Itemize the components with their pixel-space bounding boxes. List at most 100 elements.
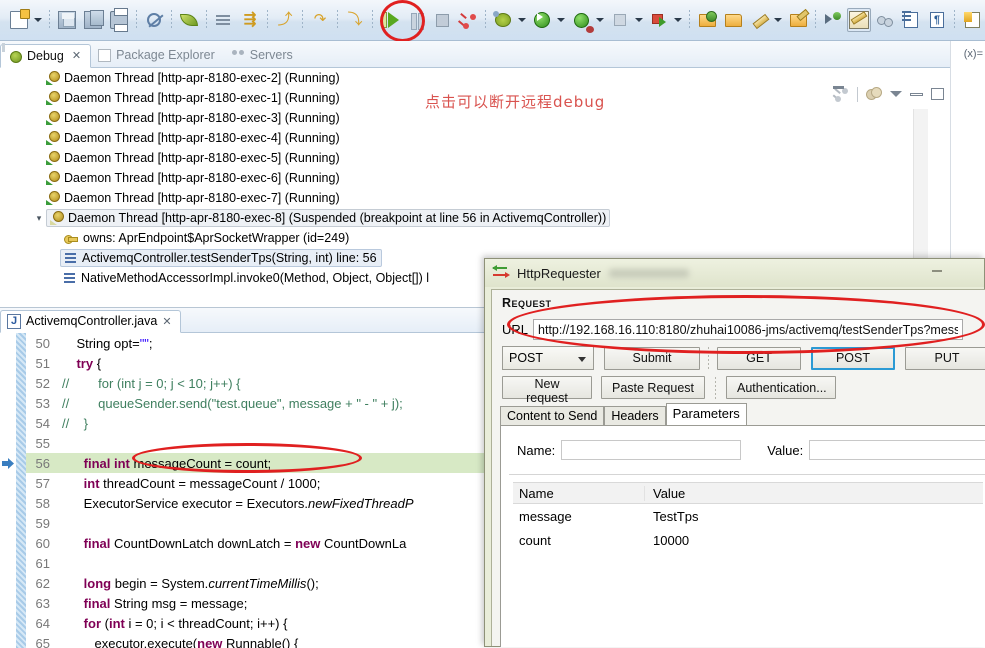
tab-content-to-send[interactable]: Content to Send bbox=[500, 406, 604, 426]
suspended-thread-row[interactable]: Daemon Thread [http-apr-8180-exec-8] (Su… bbox=[46, 209, 610, 227]
leaf-button[interactable] bbox=[177, 8, 201, 32]
parameter-value-input[interactable] bbox=[809, 440, 985, 460]
debug-dropdown[interactable] bbox=[516, 9, 527, 31]
selected-stack-frame[interactable]: ActivemqController.testSenderTps(String,… bbox=[60, 249, 382, 267]
parameters-table[interactable]: Name Value message TestTps count 10000 bbox=[513, 482, 983, 552]
code-line[interactable]: 51 try { bbox=[26, 353, 101, 373]
tree-item-thread[interactable]: Daemon Thread [http-apr-8180-exec-5] (Ru… bbox=[0, 148, 928, 168]
coverage-button[interactable] bbox=[569, 8, 593, 32]
table-row[interactable]: message TestTps bbox=[513, 504, 983, 528]
code-line[interactable]: 60 final CountDownLatch downLatch = new … bbox=[26, 533, 406, 553]
tab-parameters[interactable]: Parameters bbox=[666, 403, 747, 426]
code-line[interactable]: 62 long begin = System.currentTimeMillis… bbox=[26, 573, 319, 593]
no-circle-icon bbox=[147, 13, 161, 27]
code-line[interactable]: 56 final int messageCount = count; bbox=[26, 453, 271, 473]
toolbar-separator bbox=[267, 10, 268, 30]
pilcrow-button[interactable]: ¶ bbox=[925, 8, 949, 32]
tab-debug[interactable]: Debug ✕ bbox=[0, 44, 91, 68]
code-line[interactable]: 55 bbox=[26, 433, 62, 453]
suspend-button[interactable] bbox=[404, 8, 428, 32]
tab-headers[interactable]: Headers bbox=[604, 406, 665, 426]
code-line[interactable]: 50 String opt=""; bbox=[26, 333, 153, 353]
new-java-class-button[interactable] bbox=[747, 8, 771, 32]
code-line[interactable]: 63 final String msg = message; bbox=[26, 593, 247, 613]
table-row[interactable]: count 10000 bbox=[513, 528, 983, 552]
http-requester-dialog[interactable]: HttpRequester Request URL POST Submit GE… bbox=[484, 258, 985, 647]
close-icon[interactable]: ✕ bbox=[72, 49, 81, 62]
get-button[interactable]: GET bbox=[717, 347, 801, 370]
search-button[interactable] bbox=[821, 8, 845, 32]
submit-button[interactable]: Submit bbox=[604, 347, 700, 370]
toggle-mark-occurrences-button[interactable] bbox=[142, 8, 166, 32]
maximize-icon[interactable] bbox=[931, 88, 944, 100]
step-return2-button[interactable]: ⤵ bbox=[343, 8, 367, 32]
resume-button[interactable] bbox=[378, 8, 402, 32]
glasses-button[interactable] bbox=[873, 8, 897, 32]
new-dropdown[interactable] bbox=[32, 9, 43, 31]
step-into-button[interactable]: ⤴ bbox=[273, 8, 297, 32]
code-line[interactable]: 57 int threadCount = messageCount / 1000… bbox=[26, 473, 320, 493]
coverage-dropdown[interactable] bbox=[594, 9, 605, 31]
tree-item-thread[interactable]: Daemon Thread [http-apr-8180-exec-4] (Ru… bbox=[0, 128, 928, 148]
code-line[interactable]: 61 bbox=[26, 553, 62, 573]
server-dropdown[interactable] bbox=[672, 9, 683, 31]
external-tools-dropdown[interactable] bbox=[633, 9, 644, 31]
open-task-button[interactable] bbox=[721, 8, 745, 32]
code-line[interactable]: 58 ExecutorService executor = Executors.… bbox=[26, 493, 414, 513]
tab-package-explorer[interactable]: Package Explorer bbox=[91, 44, 224, 67]
code-area[interactable]: 50 String opt="";51 try {52// for (int j… bbox=[0, 333, 492, 648]
code-line[interactable]: 64 for (int i = 0; i < threadCount; i++)… bbox=[26, 613, 287, 633]
code-line[interactable]: 53// queueSender.send("test.queue", mess… bbox=[26, 393, 403, 413]
open-resource-button[interactable] bbox=[786, 8, 810, 32]
save-button[interactable] bbox=[55, 8, 79, 32]
tab-servers[interactable]: Servers bbox=[224, 44, 302, 67]
toolbar-separator bbox=[954, 10, 955, 30]
run-dropdown[interactable] bbox=[555, 9, 566, 31]
column-header-name: Name bbox=[513, 486, 645, 501]
debug-button[interactable] bbox=[491, 8, 515, 32]
code-line[interactable]: 52// for (int j = 0; j < 10; j++) { bbox=[26, 373, 240, 393]
download-button[interactable] bbox=[960, 8, 984, 32]
print-button[interactable] bbox=[107, 8, 131, 32]
editor-marker-bar[interactable] bbox=[0, 333, 16, 648]
line-text: // for (int j = 0; j < 10; j++) { bbox=[58, 376, 240, 391]
new-wizard-button[interactable] bbox=[7, 8, 31, 32]
tree-item-monitor[interactable]: owns: AprEndpoint$AprSocketWrapper (id=2… bbox=[0, 228, 928, 248]
step-return-button[interactable]: ⇶ bbox=[238, 8, 262, 32]
tab-activemq-controller-java[interactable]: ActivemqController.java ✕ bbox=[0, 310, 181, 333]
new-request-button[interactable]: New request bbox=[502, 376, 592, 399]
expand-chevron-icon[interactable]: ▾ bbox=[32, 213, 46, 224]
dialog-titlebar[interactable]: HttpRequester bbox=[485, 259, 984, 287]
build-button[interactable] bbox=[212, 8, 236, 32]
code-line[interactable]: 65 executor.execute(new Runnable() { bbox=[26, 633, 298, 648]
url-input[interactable] bbox=[533, 319, 963, 340]
disconnect-button[interactable] bbox=[456, 8, 480, 32]
outline-button[interactable] bbox=[899, 8, 923, 32]
tree-item-thread[interactable]: Daemon Thread [http-apr-8180-exec-2] (Ru… bbox=[0, 68, 928, 88]
open-type-button[interactable] bbox=[695, 8, 719, 32]
method-select[interactable]: POST bbox=[502, 346, 594, 370]
server-button[interactable] bbox=[647, 8, 671, 32]
step-over-button[interactable]: ↷ bbox=[308, 8, 332, 32]
tree-item-thread[interactable]: Daemon Thread [http-apr-8180-exec-1] (Ru… bbox=[0, 88, 928, 108]
minimize-icon[interactable] bbox=[932, 270, 942, 272]
tree-item-thread[interactable]: Daemon Thread [http-apr-8180-exec-6] (Ru… bbox=[0, 168, 928, 188]
code-line[interactable]: 59 bbox=[26, 513, 62, 533]
external-tools-button[interactable] bbox=[608, 8, 632, 32]
close-icon[interactable]: ✕ bbox=[162, 315, 171, 328]
tree-item-suspended-thread[interactable]: ▾ Daemon Thread [http-apr-8180-exec-8] (… bbox=[0, 208, 928, 228]
put-button[interactable]: PUT bbox=[905, 347, 985, 370]
tree-item-thread[interactable]: Daemon Thread [http-apr-8180-exec-7] (Ru… bbox=[0, 188, 928, 208]
code-line[interactable]: 54// } bbox=[26, 413, 88, 433]
toolbar-separator bbox=[815, 10, 816, 30]
parameter-name-input[interactable] bbox=[561, 440, 741, 460]
authentication-button[interactable]: Authentication... bbox=[726, 376, 836, 399]
paste-request-button[interactable]: Paste Request bbox=[601, 376, 705, 399]
tree-item-thread[interactable]: Daemon Thread [http-apr-8180-exec-3] (Ru… bbox=[0, 108, 928, 128]
post-button[interactable]: POST bbox=[811, 347, 895, 370]
new-java-class-dropdown[interactable] bbox=[772, 9, 783, 31]
terminate-button[interactable] bbox=[430, 8, 454, 32]
annotation-button[interactable] bbox=[847, 8, 871, 32]
save-all-button[interactable] bbox=[81, 8, 105, 32]
run-button[interactable] bbox=[530, 8, 554, 32]
